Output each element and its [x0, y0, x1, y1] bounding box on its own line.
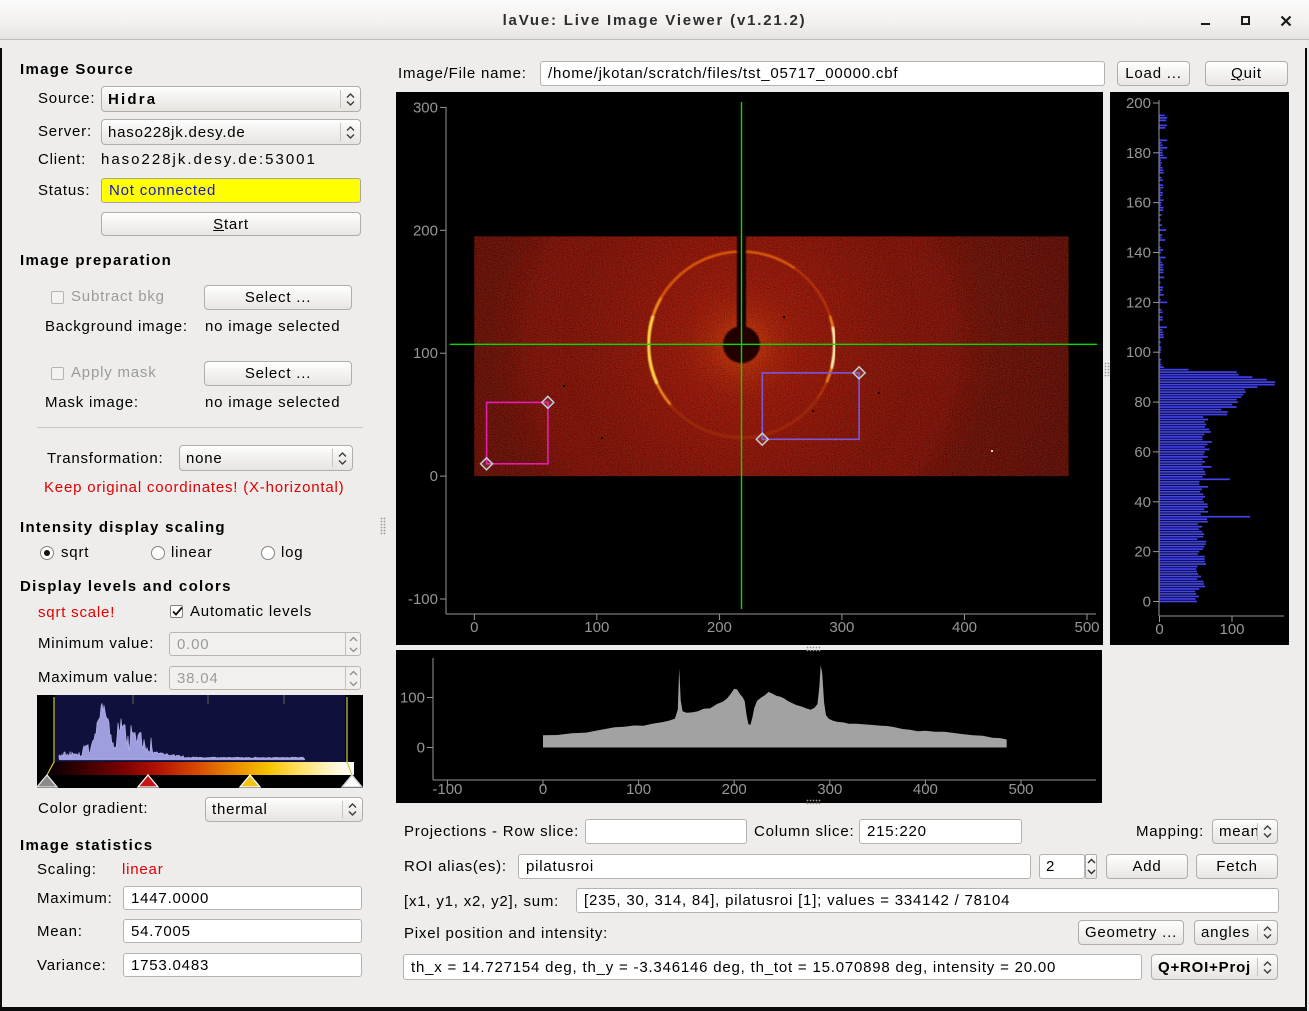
svg-text:40: 40 — [1134, 494, 1151, 511]
svg-text:300: 300 — [817, 781, 842, 798]
svg-text:500: 500 — [1074, 619, 1099, 636]
svg-text:200: 200 — [707, 619, 732, 636]
svg-text:100: 100 — [413, 345, 438, 362]
svg-text:140: 140 — [1126, 245, 1151, 262]
svg-text:0: 0 — [430, 468, 438, 485]
svg-text:200: 200 — [1126, 95, 1151, 112]
svg-text:20: 20 — [1134, 544, 1151, 561]
svg-text:100: 100 — [584, 619, 609, 636]
svg-text:0: 0 — [470, 619, 478, 636]
svg-text:0: 0 — [1143, 594, 1151, 611]
svg-text:500: 500 — [1008, 781, 1033, 798]
svg-text:200: 200 — [722, 781, 747, 798]
svg-text:80: 80 — [1134, 394, 1151, 411]
svg-text:120: 120 — [1126, 294, 1151, 311]
svg-text:0: 0 — [1155, 621, 1163, 638]
svg-text:100: 100 — [626, 781, 651, 798]
svg-text:200: 200 — [413, 222, 438, 239]
svg-text:160: 160 — [1126, 195, 1151, 212]
svg-text:180: 180 — [1126, 145, 1151, 162]
svg-text:60: 60 — [1134, 444, 1151, 461]
svg-text:0: 0 — [417, 740, 425, 757]
svg-text:100: 100 — [400, 690, 425, 707]
svg-text:-100: -100 — [432, 781, 462, 798]
svg-text:400: 400 — [913, 781, 938, 798]
svg-text:100: 100 — [1219, 621, 1244, 638]
svg-text:0: 0 — [539, 781, 547, 798]
svg-text:400: 400 — [952, 619, 977, 636]
svg-text:100: 100 — [1126, 344, 1151, 361]
svg-text:-100: -100 — [408, 591, 438, 608]
svg-text:300: 300 — [413, 99, 438, 116]
svg-text:300: 300 — [829, 619, 854, 636]
